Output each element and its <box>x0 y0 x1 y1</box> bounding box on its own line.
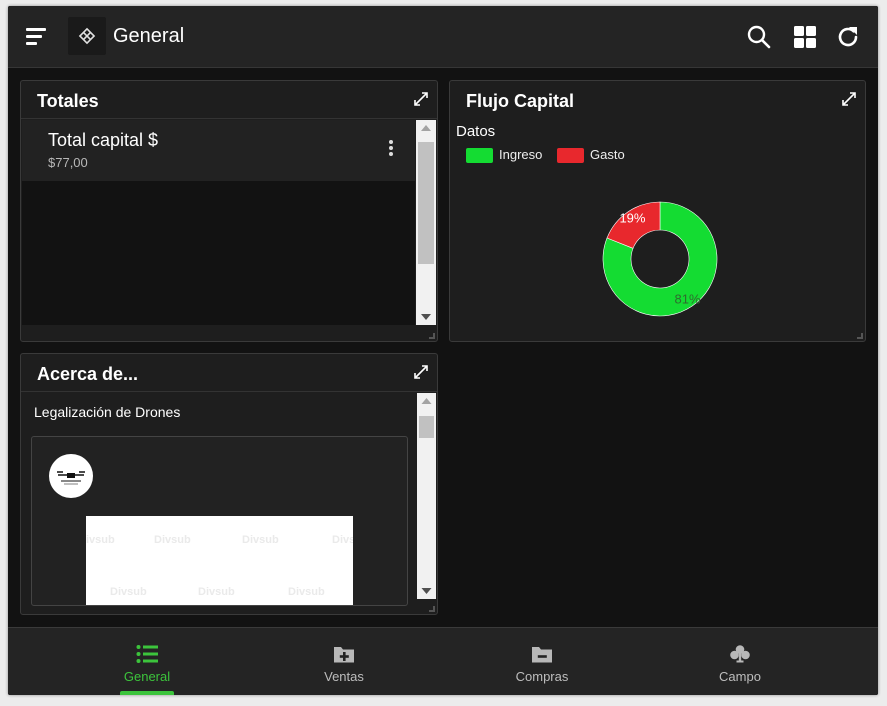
refresh-icon[interactable] <box>835 24 861 50</box>
app-logo <box>68 17 106 55</box>
more-options-icon[interactable] <box>388 140 394 158</box>
avatar[interactable] <box>49 454 93 498</box>
scroll-down-icon[interactable] <box>416 309 436 325</box>
acerca-title: Acerca de... <box>37 364 139 384</box>
flujo-card-header: Flujo Capital <box>450 81 865 119</box>
scroll-thumb[interactable] <box>419 416 434 438</box>
acerca-card: Acerca de... Legalización de Drones ivsu… <box>20 353 438 615</box>
scroll-thumb[interactable] <box>418 142 434 264</box>
donut-slice-gasto[interactable] <box>606 201 661 249</box>
legend-swatch <box>466 148 493 163</box>
data-label-ingreso: 81% <box>675 292 701 307</box>
totales-card: Totales Total capital $ $77,00 <box>20 80 438 342</box>
data-label-gasto: 19% <box>619 210 645 225</box>
scroll-up-icon[interactable] <box>416 120 436 136</box>
expand-icon[interactable] <box>413 364 429 380</box>
resize-handle[interactable] <box>857 333 863 339</box>
flujo-title: Flujo Capital <box>466 91 574 111</box>
scroll-down-icon[interactable] <box>417 583 436 599</box>
app-window: General Totales Total capital $ $77,00 F… <box>8 6 878 695</box>
total-capital-value: $77,00 <box>48 155 88 170</box>
list-icon <box>136 644 158 664</box>
nav-label: Campo <box>719 669 761 684</box>
active-tab-indicator <box>120 691 174 695</box>
legend-swatch <box>557 148 584 163</box>
chart-title: Datos <box>456 123 496 140</box>
acerca-subtitle: Legalización de Drones <box>34 404 181 420</box>
list-item[interactable]: Total capital $ $77,00 <box>22 120 415 181</box>
flujo-capital-card: Flujo Capital Datos Ingreso Gasto 81% 19% <box>449 80 866 342</box>
nav-item-general[interactable]: General <box>87 628 207 695</box>
expand-icon[interactable] <box>413 91 429 107</box>
grid-layout-icon[interactable] <box>792 24 818 50</box>
folder-minus-icon <box>531 644 553 664</box>
post-image: Divsub Divsub Divsub Divsub Divsub Divsu… <box>86 516 353 605</box>
expand-icon[interactable] <box>841 91 857 107</box>
page-title: General <box>113 25 185 47</box>
totales-scrollbar[interactable] <box>416 120 436 325</box>
nav-label: Ventas <box>324 669 364 684</box>
totales-list: Total capital $ $77,00 <box>22 120 415 325</box>
acerca-card-header: Acerca de... <box>21 354 437 392</box>
acerca-scrollbar[interactable] <box>417 393 436 599</box>
folder-plus-icon <box>333 644 355 664</box>
top-bar: General <box>8 6 878 68</box>
acerca-content: Legalización de Drones Divsub Divsub <box>22 393 415 606</box>
total-capital-label: Total capital $ <box>48 130 159 150</box>
scroll-up-icon[interactable] <box>417 393 436 409</box>
resize-handle[interactable] <box>429 333 435 339</box>
nav-label: General <box>123 669 171 684</box>
search-icon[interactable] <box>746 24 772 50</box>
menu-icon[interactable] <box>26 26 48 48</box>
nav-item-campo[interactable]: Campo <box>680 628 800 695</box>
resize-handle[interactable] <box>429 606 435 612</box>
nav-label: Compras <box>515 669 569 684</box>
legend-label: Ingreso <box>499 147 543 162</box>
bottom-navigation: General Ventas Compras Campo <box>8 627 878 695</box>
club-icon <box>729 644 751 664</box>
post-card: Divsub Divsub Divsub Divsub Divsub Divsu… <box>31 436 408 606</box>
nav-item-ventas[interactable]: Ventas <box>284 628 404 695</box>
legend-label: Gasto <box>590 147 625 162</box>
totales-card-header: Totales <box>21 81 437 119</box>
nav-item-compras[interactable]: Compras <box>482 628 602 695</box>
donut-chart: 81% 19% <box>602 201 718 317</box>
donut-slice-ingreso[interactable] <box>602 201 718 317</box>
totales-title: Totales <box>37 91 99 111</box>
